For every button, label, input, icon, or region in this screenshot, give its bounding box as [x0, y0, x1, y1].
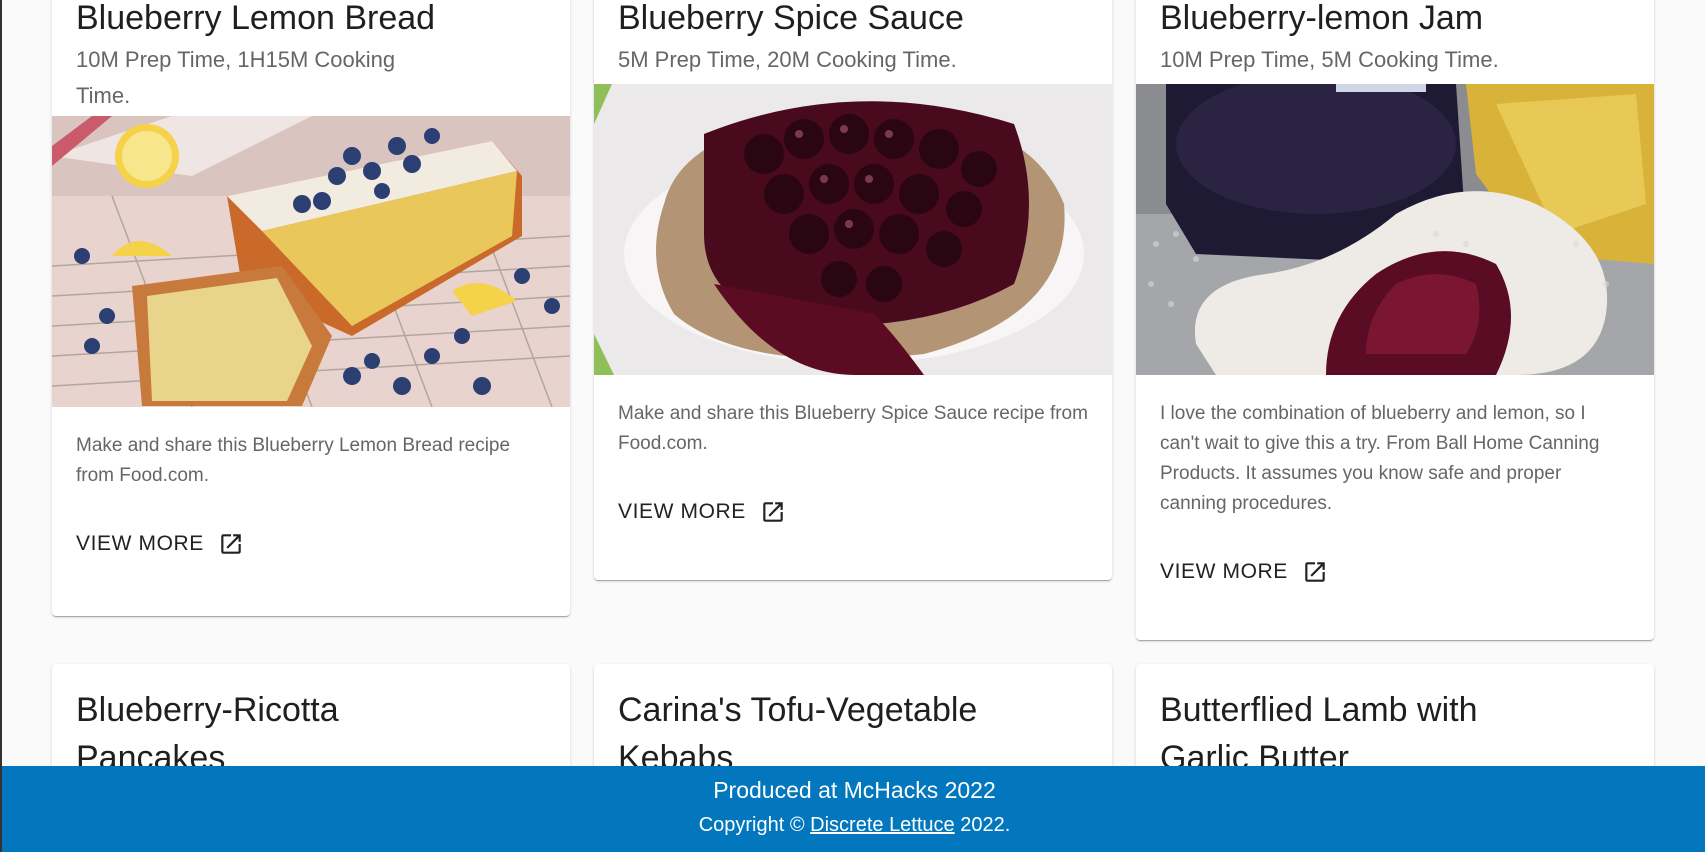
recipe-title: Blueberry Spice Sauce: [618, 0, 964, 37]
recipe-time: 10M Prep Time, 1H15M Cooking Time.: [76, 47, 396, 108]
view-more-label: VIEW MORE: [618, 500, 746, 523]
recipe-description: I love the combination of blueberry and …: [1160, 403, 1600, 514]
footer-credit: Produced at McHacks 2022: [713, 777, 996, 803]
team-link[interactable]: Discrete Lettuce: [810, 814, 955, 836]
recipe-title: Blueberry-Ricotta Pancakes: [76, 691, 339, 777]
copyright-prefix: Copyright ©: [698, 814, 805, 836]
recipe-card: Blueberry Lemon Bread 10M Prep Time, 1H1…: [52, 0, 570, 616]
recipe-grid: Blueberry Lemon Bread 10M Prep Time, 1H1…: [2, 0, 1705, 852]
view-more-button[interactable]: VIEW MORE: [1148, 553, 1340, 591]
recipe-title: Butterflied Lamb with Garlic Butter: [1160, 691, 1478, 777]
recipe-card: Blueberry Spice Sauce 5M Prep Time, 20M …: [594, 0, 1112, 580]
view-more-button[interactable]: VIEW MORE: [64, 525, 256, 563]
open-in-new-icon: [221, 534, 241, 554]
copyright-suffix: 2022.: [960, 814, 1011, 836]
recipe-title: Blueberry Lemon Bread: [76, 0, 436, 37]
recipe-title: Carina's Tofu-Vegetable Kebabs: [618, 691, 978, 777]
view-more-button[interactable]: VIEW MORE: [606, 493, 798, 531]
recipe-image: [52, 116, 570, 407]
recipe-image: [1136, 84, 1654, 375]
view-more-label: VIEW MORE: [1160, 560, 1288, 583]
recipe-time: 5M Prep Time, 20M Cooking Time.: [618, 47, 957, 72]
recipe-card: Blueberry-lemon Jam 10M Prep Time, 5M Co…: [1136, 0, 1654, 640]
recipe-title: Blueberry-lemon Jam: [1160, 0, 1484, 37]
recipe-time: 10M Prep Time, 5M Cooking Time.: [1160, 47, 1499, 72]
site-footer: Produced at McHacks 2022 Copyright © Dis…: [2, 766, 1705, 852]
recipe-image: [594, 84, 1112, 375]
recipe-description: Make and share this Blueberry Spice Sauc…: [618, 403, 1088, 454]
footer-copyright: Copyright © Discrete Lettuce 2022.: [2, 806, 1705, 842]
recipe-description: Make and share this Blueberry Lemon Brea…: [76, 435, 511, 486]
view-more-label: VIEW MORE: [76, 532, 204, 555]
open-in-new-icon: [763, 502, 783, 522]
open-in-new-icon: [1305, 562, 1325, 582]
